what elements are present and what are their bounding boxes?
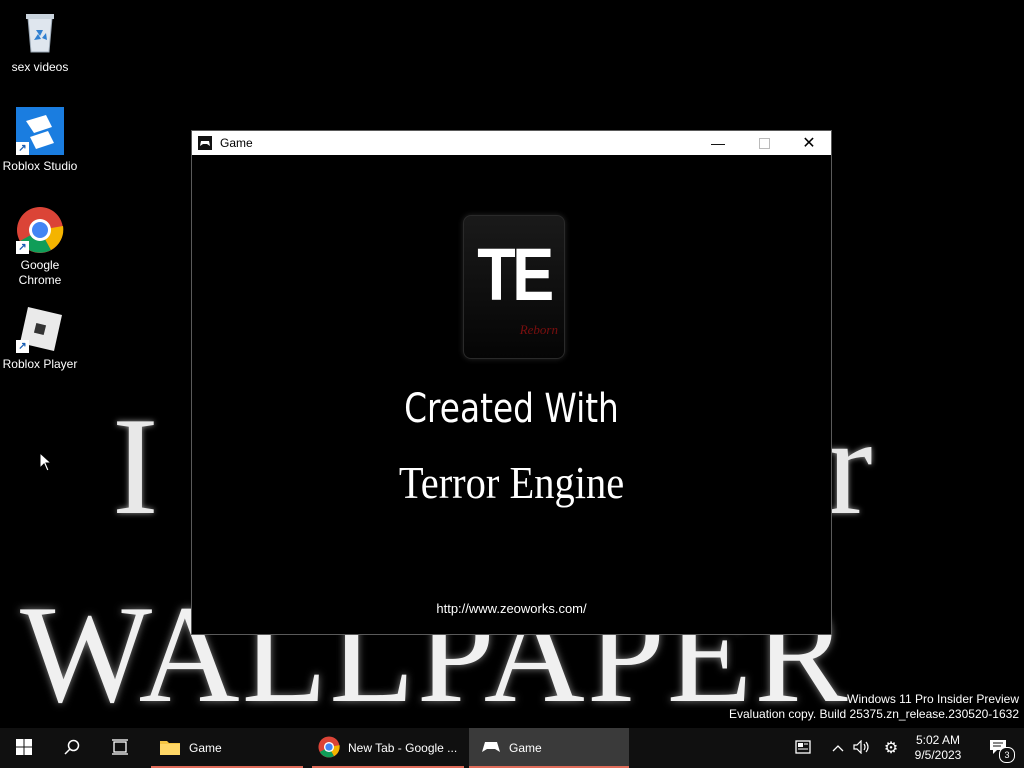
folder-icon bbox=[159, 738, 181, 759]
search-button[interactable] bbox=[48, 728, 96, 768]
chrome-icon bbox=[318, 735, 340, 761]
taskbar-app-game[interactable]: Game bbox=[469, 728, 629, 768]
desktop-icon-roblox-player[interactable]: ↗ Roblox Player bbox=[0, 305, 80, 372]
taskbar-app-label: Game bbox=[189, 741, 222, 755]
taskbar-app-label: New Tab - Google ... bbox=[348, 741, 458, 755]
shortcut-arrow-icon: ↗ bbox=[16, 142, 29, 155]
show-hidden-icons-button[interactable] bbox=[828, 728, 848, 768]
watermark-line1: Windows 11 Pro Insider Preview bbox=[847, 692, 1019, 706]
engine-name-text: Terror Engine bbox=[398, 457, 625, 508]
logo-subtext: Reborn bbox=[519, 322, 558, 337]
logo-text: TE bbox=[477, 233, 554, 316]
desktop-icon-recycle-bin[interactable]: sex videos bbox=[0, 8, 80, 75]
clock[interactable]: 5:02 AM 9/5/2023 bbox=[906, 728, 970, 768]
notification-center-button[interactable]: 3 bbox=[978, 728, 1018, 768]
wallpaper-letter-left: I bbox=[112, 389, 167, 544]
taskbar-app-explorer[interactable]: Game bbox=[151, 728, 303, 768]
notification-count-badge: 3 bbox=[999, 746, 1015, 763]
gamepad-icon bbox=[481, 739, 501, 758]
desktop-icon-chrome[interactable]: ↗ Google Chrome bbox=[0, 206, 80, 288]
desktop-icon-label: Roblox Studio bbox=[2, 159, 78, 173]
watermark-line2: Evaluation copy. Build 25375.zn_release.… bbox=[729, 707, 1019, 721]
news-widget-button[interactable] bbox=[790, 728, 816, 768]
window-title: Game bbox=[220, 136, 253, 150]
roblox-player-icon: ↗ bbox=[16, 305, 64, 353]
shortcut-arrow-icon: ↗ bbox=[16, 241, 29, 254]
task-view-icon bbox=[111, 738, 129, 758]
desktop-icon-label: sex videos bbox=[11, 60, 69, 74]
minimize-icon: — bbox=[711, 135, 725, 151]
taskbar: Game New Tab - Google ... Game ⚙ 5:02 AM… bbox=[0, 728, 1024, 768]
terror-engine-logo: TE Reborn bbox=[463, 215, 565, 359]
notification-icon: 3 bbox=[989, 739, 1015, 763]
gamepad-icon bbox=[198, 136, 212, 150]
chrome-icon: ↗ bbox=[16, 206, 64, 254]
windows-watermark: Windows 11 Pro Insider Preview Evaluatio… bbox=[729, 692, 1019, 722]
close-icon: ✕ bbox=[802, 135, 816, 152]
clock-date: 9/5/2023 bbox=[914, 748, 962, 762]
shortcut-arrow-icon: ↗ bbox=[16, 340, 29, 353]
start-button[interactable] bbox=[0, 728, 48, 768]
minimize-button[interactable]: — bbox=[695, 131, 741, 155]
search-icon bbox=[64, 739, 80, 758]
maximize-button[interactable] bbox=[741, 131, 787, 155]
settings-button[interactable]: ⚙ bbox=[880, 728, 902, 768]
roblox-studio-icon: ↗ bbox=[16, 107, 64, 155]
volume-button[interactable] bbox=[851, 728, 873, 768]
recycle-bin-icon bbox=[16, 8, 64, 56]
news-icon bbox=[795, 739, 811, 757]
created-with-text: Created With bbox=[404, 386, 619, 432]
gear-icon: ⚙ bbox=[883, 740, 899, 757]
game-window[interactable]: Game — ✕ TE Reborn Created With Terror E… bbox=[191, 130, 832, 635]
windows-logo-icon bbox=[16, 738, 32, 758]
taskbar-app-chrome[interactable]: New Tab - Google ... bbox=[312, 728, 464, 768]
clock-time: 5:02 AM bbox=[915, 733, 961, 747]
desktop-icon-label: Roblox Player bbox=[2, 357, 78, 371]
task-view-button[interactable] bbox=[96, 728, 144, 768]
wallpaper-letter-right: r bbox=[826, 389, 881, 544]
desktop-icon-roblox-studio[interactable]: ↗ Roblox Studio bbox=[0, 107, 80, 174]
window-titlebar[interactable]: Game — ✕ bbox=[192, 131, 831, 155]
taskbar-app-label: Game bbox=[509, 741, 542, 755]
desktop-icon-label: Google Chrome bbox=[18, 258, 62, 287]
website-url: http://www.zeoworks.com/ bbox=[436, 601, 587, 616]
close-button[interactable]: ✕ bbox=[786, 131, 832, 155]
speaker-icon bbox=[853, 739, 871, 757]
chevron-up-icon bbox=[832, 741, 844, 755]
maximize-icon bbox=[758, 137, 770, 149]
